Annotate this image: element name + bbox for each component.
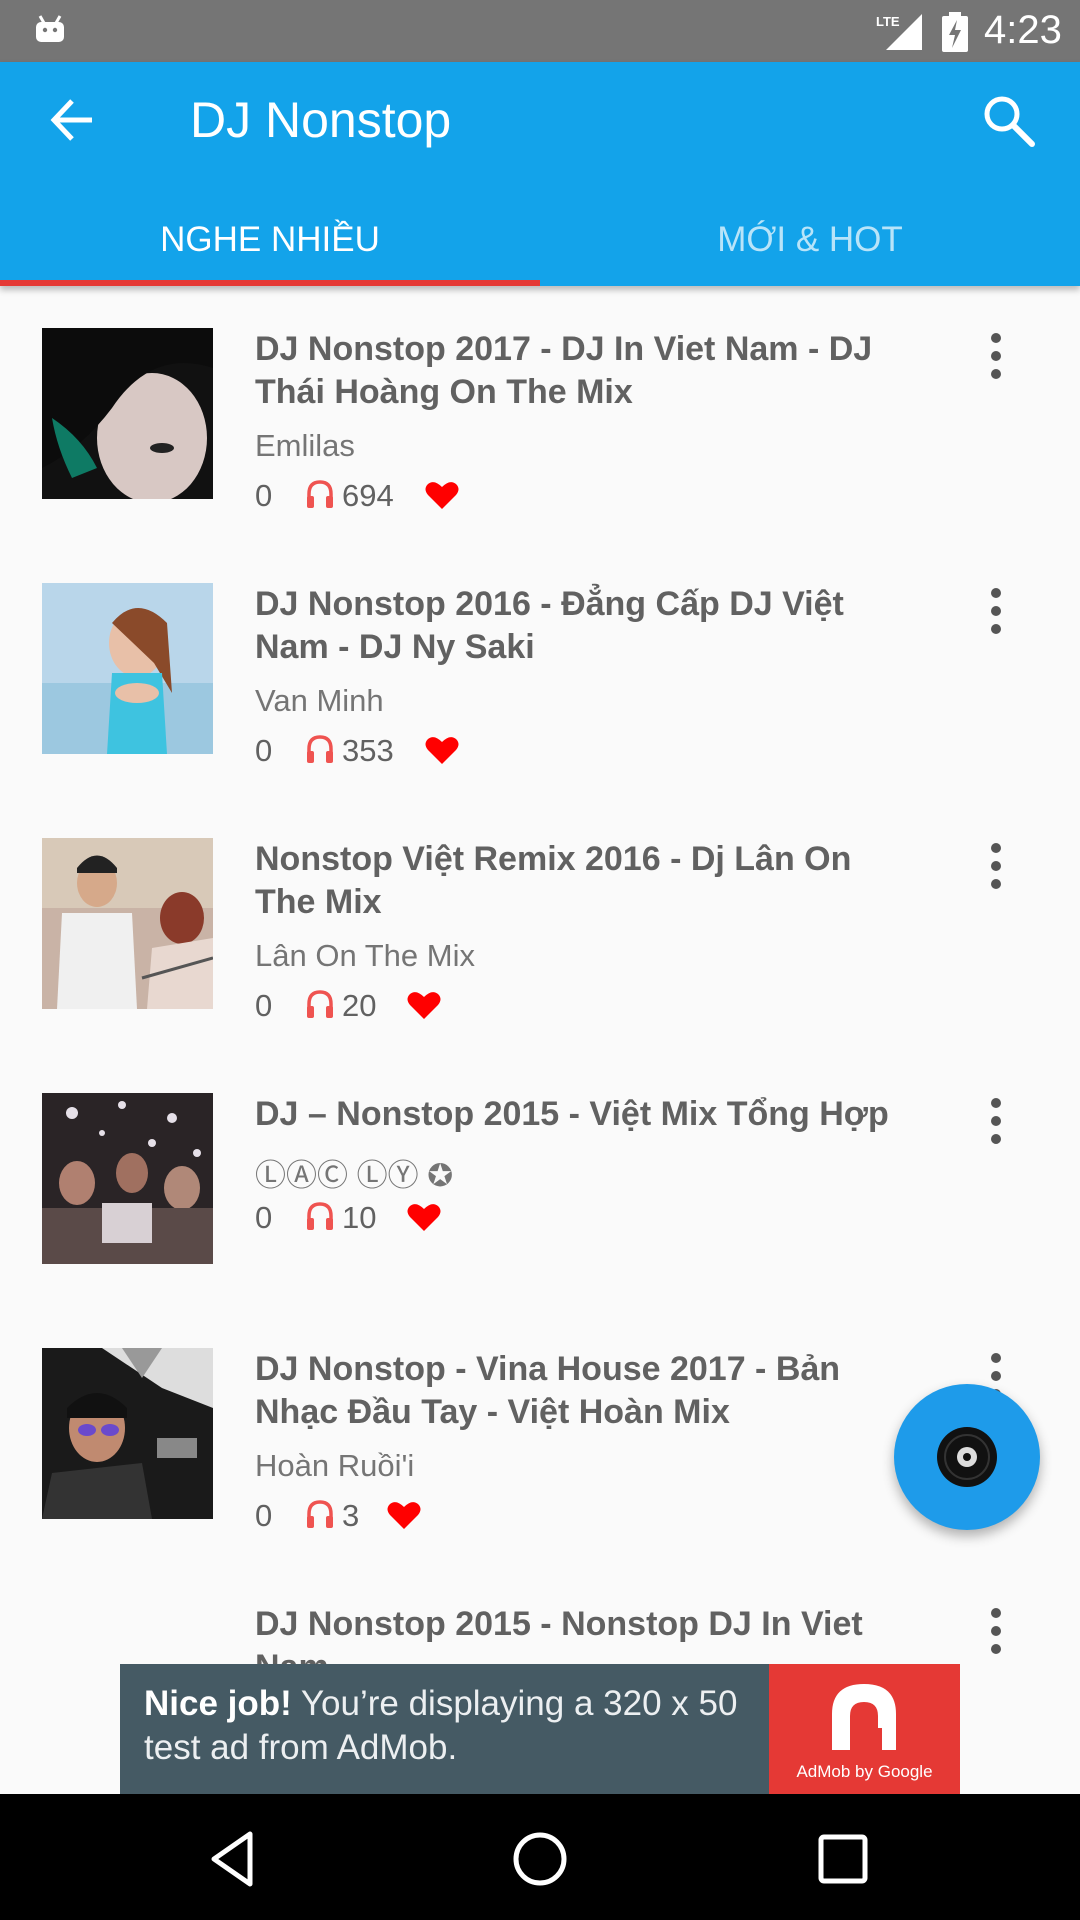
battery-charging-icon xyxy=(942,12,968,52)
ad-text: Nice job! You’re displaying a 320 x 50 t… xyxy=(144,1682,744,1770)
svg-text:LTE: LTE xyxy=(876,14,900,29)
heart-icon[interactable] xyxy=(407,990,441,1020)
list-item[interactable]: Nonstop Việt Remix 2016 - Dj Lân On The … xyxy=(0,838,1080,1093)
heart-icon[interactable] xyxy=(407,1202,441,1232)
headphones-icon xyxy=(307,480,333,508)
track-thumbnail xyxy=(42,583,213,754)
vinyl-disc-icon xyxy=(937,1427,997,1487)
track-thumbnail xyxy=(42,838,213,1009)
track-artist: Van Minh xyxy=(255,683,384,718)
headphones-icon xyxy=(307,1202,333,1230)
stat-count: 0 xyxy=(255,988,273,1023)
track-thumbnail xyxy=(42,1348,213,1519)
play-count: 3 xyxy=(342,1498,360,1533)
play-count: 10 xyxy=(342,1200,377,1235)
track-artist: Lân On The Mix xyxy=(255,938,475,973)
track-title: DJ Nonstop 2016 - Đẳng Cấp DJ Việt Nam -… xyxy=(255,585,844,666)
stat-count: 0 xyxy=(255,478,273,513)
track-title: DJ Nonstop - Vina House 2017 - Bản Nhạc … xyxy=(255,1350,841,1431)
system-nav-bar xyxy=(0,1794,1080,1920)
stat-count: 0 xyxy=(255,1200,273,1235)
headphones-icon xyxy=(307,990,333,1018)
list-item[interactable]: DJ Nonstop 2017 - DJ In Viet Nam - DJ Th… xyxy=(0,328,1080,583)
status-time: 4:23 xyxy=(984,8,1062,52)
track-stats: 0 3 xyxy=(255,1498,455,1538)
play-count: 20 xyxy=(342,988,377,1023)
more-options-icon[interactable] xyxy=(976,1093,1016,1149)
android-notification-icon xyxy=(36,15,64,42)
track-title: DJ Nonstop 2015 - Nonstop DJ In Viet Nam xyxy=(255,1605,863,1664)
admob-icon xyxy=(832,1684,896,1750)
ad-banner[interactable]: Nice job! You’re displaying a 320 x 50 t… xyxy=(120,1664,960,1794)
heart-icon[interactable] xyxy=(425,735,459,765)
admob-brand-text: AdMob by Google xyxy=(796,1762,933,1781)
more-options-icon[interactable] xyxy=(976,838,1016,894)
headphones-icon xyxy=(307,735,333,763)
list-item[interactable]: DJ – Nonstop 2015 - Việt Mix Tổng Hợp ⓁⒶ… xyxy=(0,1093,1080,1348)
lte-signal-icon: LTE xyxy=(876,14,922,50)
heart-icon[interactable] xyxy=(425,480,459,510)
page-title: DJ Nonstop xyxy=(190,92,452,148)
nav-recents-icon[interactable] xyxy=(808,1824,878,1894)
more-options-icon[interactable] xyxy=(976,328,1016,384)
app-bar: DJ Nonstop NGHE NHIỀU MỚI & HOT xyxy=(0,62,1080,286)
tab-moi-hot[interactable]: MỚI & HOT xyxy=(540,194,1080,282)
now-playing-fab[interactable] xyxy=(894,1384,1040,1530)
admob-logo: AdMob by Google xyxy=(769,1664,960,1794)
track-artist: ⓁⒶⒸ ⓁⓎ ✪ xyxy=(255,1158,454,1193)
play-count: 353 xyxy=(342,733,394,768)
search-icon[interactable] xyxy=(974,86,1042,154)
track-artist: Hoàn Ruồi'i xyxy=(255,1448,415,1483)
track-thumbnail xyxy=(42,1093,213,1264)
more-options-icon[interactable] xyxy=(976,1603,1016,1659)
track-thumbnail xyxy=(42,1603,213,1664)
track-title: DJ – Nonstop 2015 - Việt Mix Tổng Hợp xyxy=(255,1095,889,1133)
stat-count: 0 xyxy=(255,733,273,768)
nav-back-icon[interactable] xyxy=(200,1824,270,1894)
nav-home-icon[interactable] xyxy=(505,1824,575,1894)
track-title: DJ Nonstop 2017 - DJ In Viet Nam - DJ Th… xyxy=(255,330,873,411)
track-artist: Emlilas xyxy=(255,428,355,463)
track-thumbnail xyxy=(42,328,213,499)
heart-icon[interactable] xyxy=(387,1500,421,1530)
tab-nghe-nhieu[interactable]: NGHE NHIỀU xyxy=(0,194,540,282)
status-bar: LTE 4:23 xyxy=(0,0,1080,62)
list-item[interactable]: DJ Nonstop 2016 - Đẳng Cấp DJ Việt Nam -… xyxy=(0,583,1080,838)
track-title: Nonstop Việt Remix 2016 - Dj Lân On The … xyxy=(255,840,852,921)
list-item[interactable]: DJ Nonstop 2015 - Nonstop DJ In Viet Nam xyxy=(0,1603,1080,1664)
back-arrow-icon[interactable] xyxy=(40,86,108,154)
more-options-icon[interactable] xyxy=(976,583,1016,639)
play-count: 694 xyxy=(342,478,394,513)
ad-bold-text: Nice job! xyxy=(144,1684,292,1723)
stat-count: 0 xyxy=(255,1498,273,1533)
headphones-icon xyxy=(307,1500,333,1528)
